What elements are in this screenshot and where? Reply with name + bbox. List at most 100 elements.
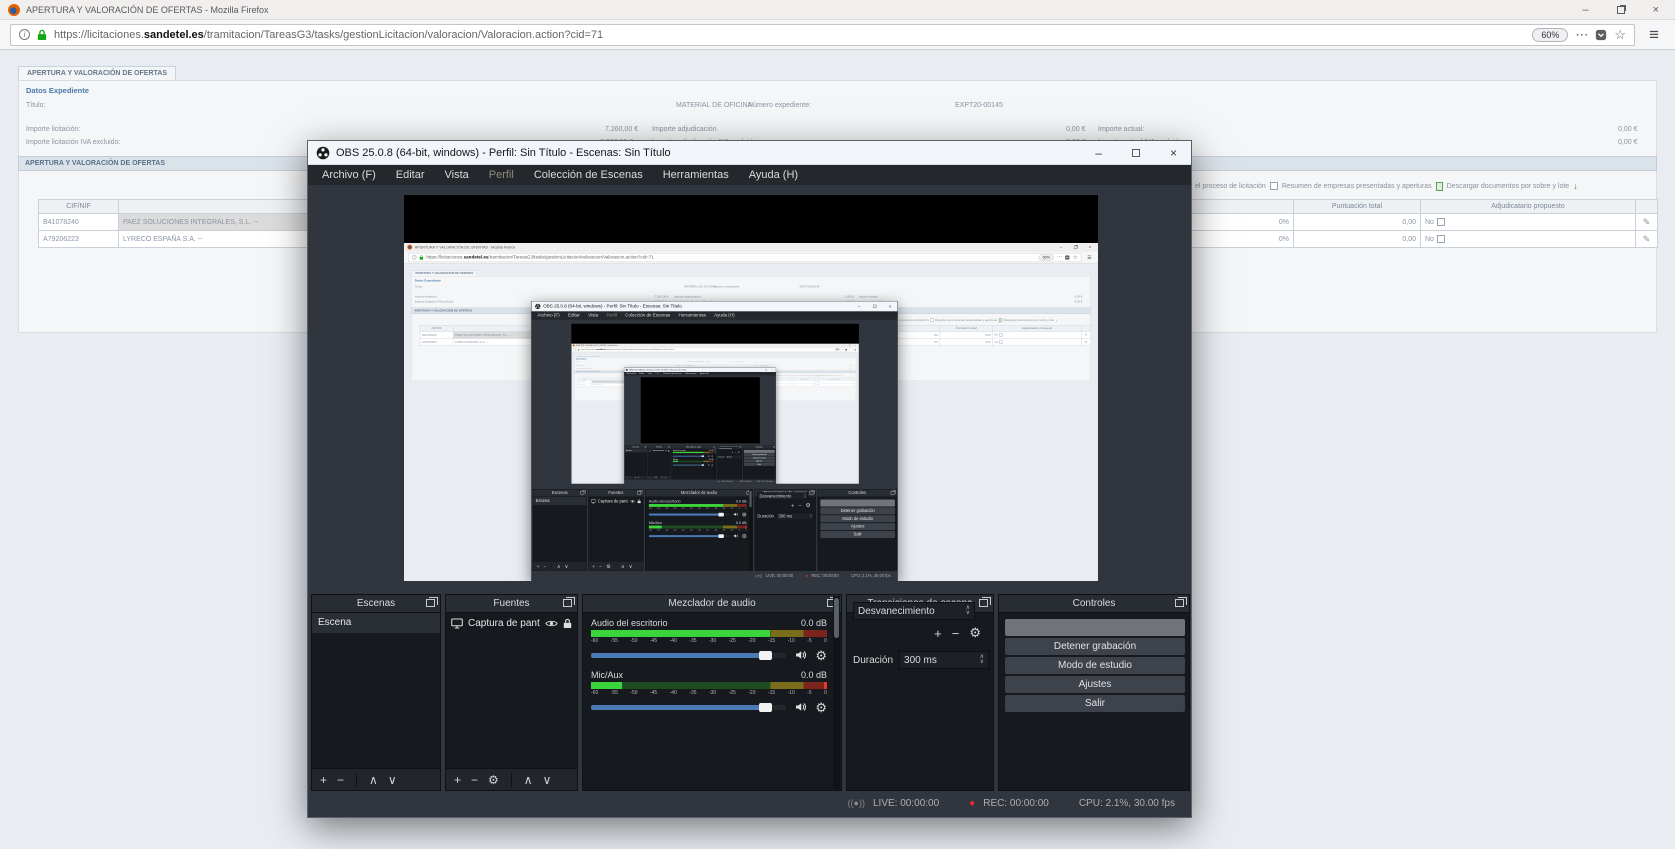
lock-source-icon[interactable] bbox=[668, 450, 670, 452]
pocket-icon[interactable] bbox=[1595, 29, 1607, 41]
download-icon[interactable]: ↓ bbox=[1573, 181, 1578, 191]
gear-icon[interactable]: ⚙ bbox=[711, 464, 713, 466]
gear-icon[interactable]: ⚙ bbox=[815, 701, 827, 714]
remove-scene-button[interactable]: − bbox=[544, 563, 547, 569]
add-transition-button[interactable]: + bbox=[732, 451, 733, 454]
sources-panel-header[interactable]: Fuentes bbox=[589, 490, 643, 497]
url-bar[interactable]: i https://licitaciones.sandetel.es/trami… bbox=[10, 24, 1635, 46]
volume-slider[interactable] bbox=[649, 513, 730, 515]
settings-button[interactable]: Ajustes bbox=[820, 523, 895, 530]
browser-close-button[interactable]: × bbox=[1089, 244, 1092, 249]
scene-list-item[interactable]: Escena bbox=[533, 497, 586, 505]
menu-coleccion[interactable]: Colección de Escenas bbox=[621, 313, 674, 318]
edit-row-icon[interactable]: ✎ bbox=[852, 383, 856, 386]
adjudicatario-checkbox[interactable] bbox=[999, 340, 1002, 343]
volume-slider[interactable] bbox=[649, 535, 730, 537]
menu-ayuda[interactable]: Ayuda (H) bbox=[710, 313, 739, 318]
edit-row-icon[interactable]: ✎ bbox=[1636, 231, 1658, 248]
zoom-level-badge[interactable]: 60% bbox=[834, 348, 840, 350]
menu-perfil[interactable]: Perfil bbox=[654, 373, 662, 375]
scene-down-button[interactable]: ∨ bbox=[388, 773, 397, 787]
add-transition-button[interactable]: + bbox=[791, 502, 794, 508]
popout-icon[interactable] bbox=[580, 491, 584, 494]
popout-icon[interactable] bbox=[637, 491, 641, 494]
summary-doc-icon[interactable] bbox=[1436, 182, 1443, 191]
browser-close-button[interactable]: × bbox=[855, 344, 856, 346]
obs-maximize-button[interactable] bbox=[766, 369, 767, 370]
popout-icon[interactable] bbox=[739, 446, 741, 447]
obs-minimize-button[interactable]: – bbox=[759, 369, 760, 371]
menu-herramientas[interactable]: Herramientas bbox=[683, 373, 698, 375]
browser-restore-button[interactable] bbox=[1074, 245, 1077, 248]
sources-panel-header[interactable]: Fuentes bbox=[446, 595, 577, 613]
source-list-item[interactable]: Captura de pantal bbox=[589, 497, 643, 505]
popout-icon[interactable] bbox=[773, 446, 775, 447]
add-scene-button[interactable]: + bbox=[320, 773, 327, 787]
source-list-item[interactable]: Captura de pantal bbox=[446, 613, 577, 633]
download-icon[interactable]: ↓ bbox=[1056, 318, 1058, 322]
select-spinner[interactable]: ∧∨ bbox=[737, 448, 738, 450]
adjudicatario-checkbox[interactable] bbox=[999, 333, 1002, 336]
toolbar-text-3[interactable]: Descargar documentos por sobre y lote bbox=[820, 375, 841, 376]
exit-button[interactable]: Salir bbox=[820, 531, 895, 538]
popout-icon[interactable] bbox=[644, 446, 646, 447]
audio-mixer-header[interactable]: Mezclador de audio bbox=[583, 595, 841, 613]
duration-spinner[interactable]: ∧∨ bbox=[980, 655, 984, 665]
volume-slider[interactable] bbox=[673, 465, 707, 466]
browser-close-button[interactable]: × bbox=[1653, 4, 1659, 16]
controls-header[interactable]: Controles bbox=[818, 490, 897, 497]
volume-slider-handle[interactable] bbox=[718, 534, 723, 538]
scenes-panel-header[interactable]: Escenas bbox=[312, 595, 440, 613]
gear-icon[interactable]: ⚙ bbox=[742, 512, 747, 517]
duration-spinner[interactable]: ∧∨ bbox=[810, 514, 812, 518]
menu-ayuda[interactable]: Ayuda (H) bbox=[698, 373, 710, 375]
browser-restore-button[interactable] bbox=[1617, 6, 1625, 14]
remove-transition-button[interactable]: − bbox=[952, 626, 960, 641]
speaker-icon[interactable] bbox=[794, 701, 807, 713]
site-info-icon[interactable]: i bbox=[19, 29, 30, 40]
source-list-item[interactable]: Captura de pantal bbox=[648, 449, 670, 452]
speaker-icon[interactable] bbox=[708, 455, 710, 457]
spin-down-icon[interactable]: ∨ bbox=[966, 611, 970, 616]
licitacion-checkbox[interactable] bbox=[930, 318, 933, 321]
spin-down-icon[interactable]: ∨ bbox=[810, 516, 812, 518]
page-actions-icon[interactable]: ⋯ bbox=[1575, 27, 1588, 43]
toolbar-text-2[interactable]: Resumen de empresas presentadas y apertu… bbox=[791, 375, 817, 376]
select-spinner[interactable]: ∧∨ bbox=[966, 606, 970, 616]
menu-perfil[interactable]: Perfil bbox=[602, 313, 621, 318]
add-source-button[interactable]: + bbox=[454, 773, 461, 787]
url-text[interactable]: https://licitaciones.sandetel.es/tramita… bbox=[581, 349, 834, 351]
datos-expediente-link[interactable]: Datos Expediente bbox=[415, 279, 441, 283]
zoom-level-badge[interactable]: 60% bbox=[1532, 28, 1568, 42]
stop-recording-button[interactable]: Detener grabación bbox=[1005, 638, 1185, 655]
edit-row-icon[interactable]: ✎ bbox=[1082, 331, 1091, 338]
spin-down-icon[interactable]: ∨ bbox=[980, 660, 984, 665]
lock-source-icon[interactable] bbox=[637, 499, 641, 504]
url-text[interactable]: https://licitaciones.sandetel.es/tramita… bbox=[54, 29, 1525, 41]
adjudicatario-checkbox[interactable] bbox=[1437, 218, 1445, 226]
start-streaming-button[interactable] bbox=[1005, 619, 1185, 636]
gear-icon[interactable]: ⚙ bbox=[711, 455, 713, 457]
sources-panel-header[interactable]: Fuentes bbox=[648, 446, 670, 449]
start-streaming-button[interactable] bbox=[820, 499, 895, 506]
url-bar[interactable]: i https://licitaciones.sandetel.es/trami… bbox=[573, 348, 852, 352]
spin-down-icon[interactable]: ∨ bbox=[737, 449, 738, 450]
browser-restore-button[interactable] bbox=[849, 345, 850, 346]
remove-transition-button[interactable]: − bbox=[735, 451, 736, 454]
source-down-button[interactable]: ∨ bbox=[543, 773, 552, 787]
source-properties-button[interactable]: ⚙ bbox=[606, 563, 610, 569]
summary-doc-icon[interactable] bbox=[999, 318, 1002, 322]
bookmark-star-icon[interactable]: ☆ bbox=[1073, 254, 1078, 261]
browser-minimize-button[interactable]: – bbox=[1060, 244, 1063, 249]
volume-slider-handle[interactable] bbox=[759, 703, 772, 712]
mixer-scrollbar[interactable] bbox=[749, 490, 752, 570]
exit-button[interactable]: Salir bbox=[1005, 695, 1185, 712]
menu-herramientas[interactable]: Herramientas bbox=[653, 169, 739, 181]
menu-editar[interactable]: Editar bbox=[386, 169, 435, 181]
select-spinner[interactable]: ∧∨ bbox=[804, 494, 806, 498]
duration-spinner[interactable]: ∧∨ bbox=[740, 456, 741, 458]
adjudicatario-checkbox[interactable] bbox=[818, 381, 819, 382]
popout-icon[interactable] bbox=[563, 599, 572, 607]
popout-icon[interactable] bbox=[426, 599, 435, 607]
gear-icon[interactable]: ⚙ bbox=[815, 649, 827, 662]
